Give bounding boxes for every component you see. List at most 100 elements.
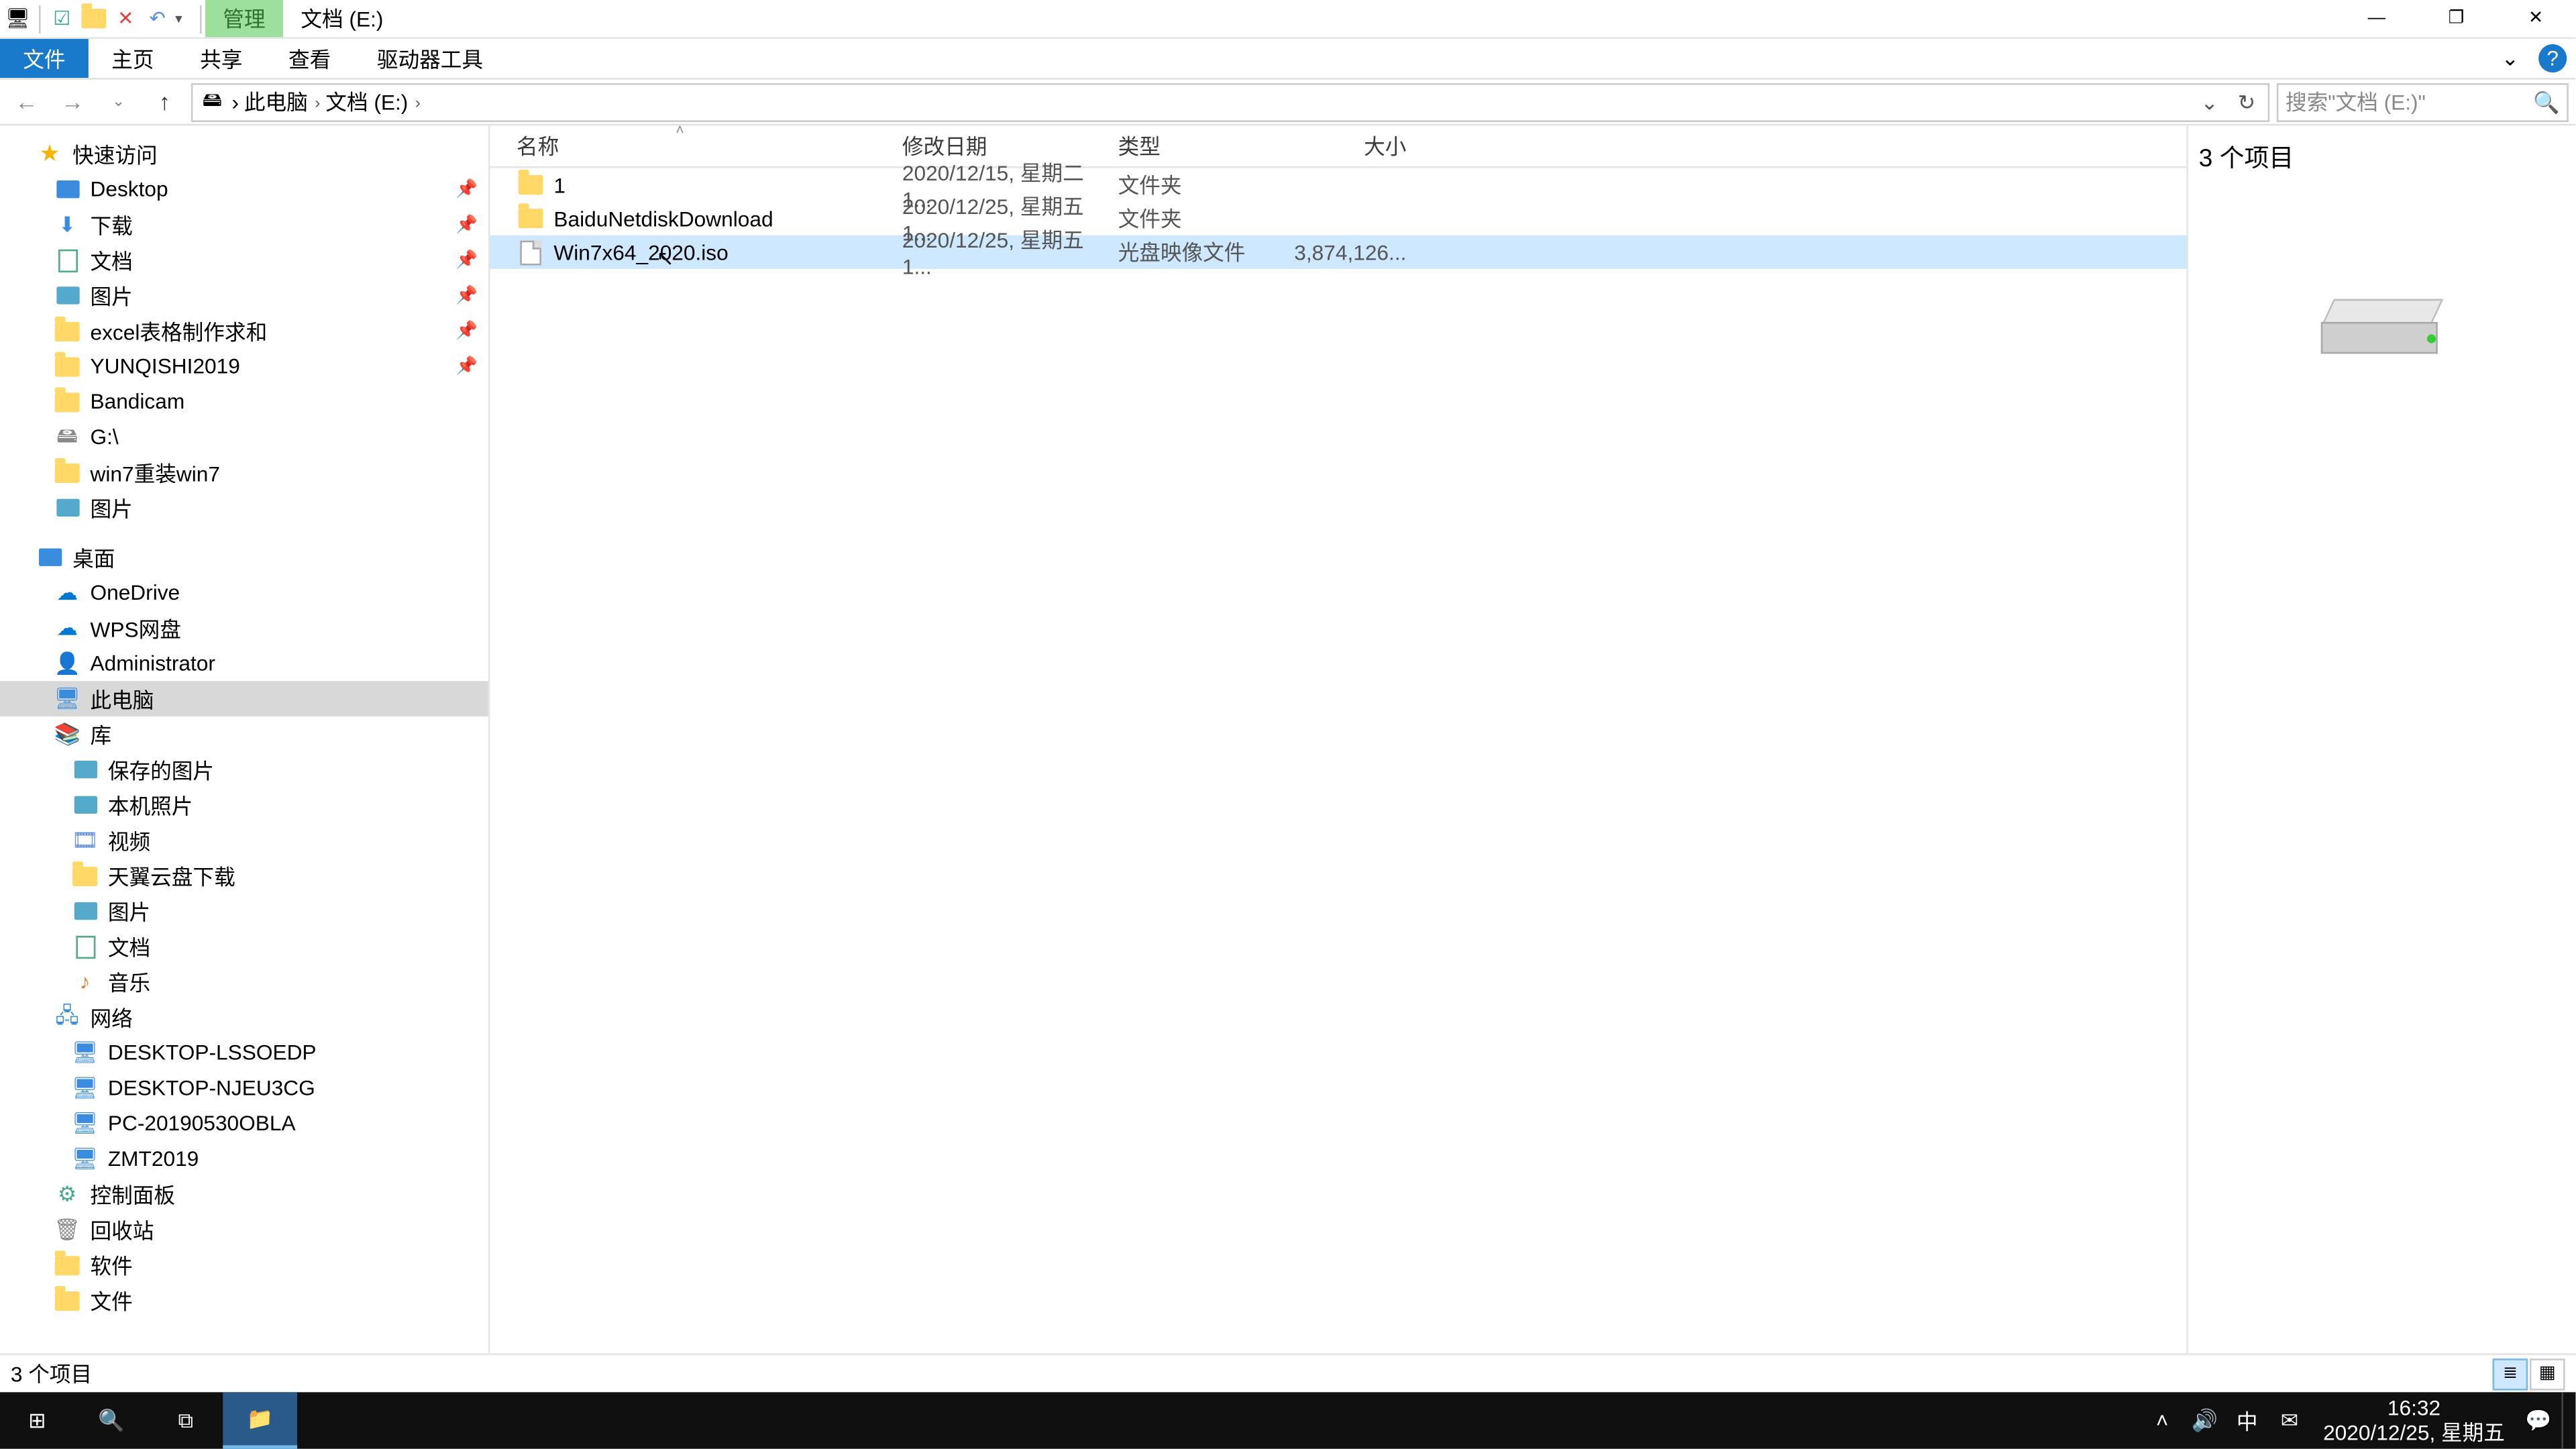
qat-customize-icon[interactable]: ▾	[175, 11, 193, 27]
qat-properties-icon[interactable]: ☑	[48, 5, 76, 33]
nav-item[interactable]: Bandicam	[0, 384, 488, 419]
file-name: Win7x64_2020.iso	[553, 239, 728, 264]
qat-new-folder-icon[interactable]	[80, 5, 108, 33]
nav-item-label: 天翼云盘下载	[108, 861, 235, 891]
ribbon-tab-share[interactable]: 共享	[177, 39, 266, 78]
view-details-button[interactable]: ≣	[2493, 1358, 2528, 1389]
address-dropdown-icon[interactable]: ⌄	[2194, 89, 2225, 114]
task-view-button[interactable]: ⧉	[149, 1392, 223, 1448]
ribbon-tab-home[interactable]: 主页	[89, 39, 177, 78]
nav-item[interactable]: YUNQISHI2019📌	[0, 348, 488, 384]
nav-item[interactable]: 🖴G:\	[0, 419, 488, 455]
crumb-current[interactable]: 文档 (E:)	[325, 87, 408, 117]
nav-item-label: 此电脑	[90, 684, 154, 714]
nav-item[interactable]: 软件	[0, 1247, 488, 1283]
nav-item[interactable]: 🗑回收站	[0, 1212, 488, 1247]
nav-item[interactable]: 🖥PC-20190530OBLA	[0, 1106, 488, 1141]
nav-item[interactable]: Desktop📌	[0, 172, 488, 207]
up-button[interactable]: ↑	[145, 83, 184, 121]
nav-item[interactable]: 📚库	[0, 716, 488, 752]
crumb-arrow-icon[interactable]: ›	[315, 93, 320, 110]
refresh-icon[interactable]: ↻	[2231, 89, 2262, 114]
taskbar-search-button[interactable]: 🔍	[74, 1392, 149, 1448]
pc-icon: 🖥	[53, 685, 81, 713]
ribbon-tab-drive-tools[interactable]: 驱动器工具	[354, 39, 506, 78]
nav-item[interactable]: 文件	[0, 1283, 488, 1318]
search-input[interactable]: 搜索"文档 (E:)" 🔍	[2277, 83, 2569, 121]
file-row[interactable]: Win7x64_2020.iso2020/12/25, 星期五 1...光盘映像…	[490, 235, 2186, 269]
contextual-tab-manage[interactable]: 管理	[205, 0, 283, 37]
tray-volume-icon[interactable]: 🔊	[2185, 1392, 2224, 1448]
ribbon-tab-view[interactable]: 查看	[266, 39, 354, 78]
nav-item[interactable]: 图片	[0, 894, 488, 929]
nav-item[interactable]: 👤Administrator	[0, 646, 488, 682]
column-headers: ˄ 名称 修改日期 类型 大小	[490, 125, 2186, 168]
navigation-pane[interactable]: ★快速访问Desktop📌⬇下载📌文档📌图片📌excel表格制作求和📌YUNQI…	[0, 125, 490, 1353]
crumb-arrow-icon[interactable]: ›	[231, 89, 239, 114]
nav-item[interactable]: ⬇下载📌	[0, 207, 488, 243]
nav-item[interactable]: ☁WPS网盘	[0, 610, 488, 646]
tray-overflow-icon[interactable]: ˄	[2143, 1392, 2182, 1448]
nav-item[interactable]: 🎞 视频	[0, 822, 488, 858]
help-icon[interactable]: ?	[2538, 44, 2567, 72]
start-button[interactable]: ⊞	[0, 1392, 74, 1448]
nav-item[interactable]: excel表格制作求和📌	[0, 313, 488, 349]
file-row[interactable]: 12020/12/15, 星期二 1...文件夹	[490, 168, 2186, 202]
nav-item[interactable]: 🖧网络	[0, 1000, 488, 1035]
nav-item-label: G:\	[90, 425, 118, 449]
crumb-arrow-icon[interactable]: ›	[415, 93, 421, 110]
column-size[interactable]: 大小	[1295, 131, 1406, 161]
taskbar-clock[interactable]: 16:32 2020/12/25, 星期五	[2312, 1395, 2516, 1446]
nav-item[interactable]: 天翼云盘下载	[0, 858, 488, 894]
tray-ime-icon[interactable]: 中	[2228, 1392, 2267, 1448]
search-icon[interactable]: 🔍	[2533, 89, 2559, 114]
recent-locations-button[interactable]: ⌄	[99, 83, 138, 121]
nav-item[interactable]: win7重装win7	[0, 455, 488, 490]
crumb-this-pc[interactable]: 此电脑	[244, 87, 308, 117]
nav-item[interactable]: 保存的图片	[0, 752, 488, 788]
nav-item[interactable]: 🖥 此电脑	[0, 681, 488, 716]
show-desktop-button[interactable]	[2561, 1392, 2572, 1448]
pin-icon: 📌	[455, 286, 478, 305]
ribbon-expand-icon[interactable]: ⌄	[2496, 44, 2524, 72]
nav-item[interactable]: 🖥DESKTOP-LSSOEDP	[0, 1035, 488, 1071]
nav-item[interactable]: 文档	[0, 928, 488, 964]
nav-item-label: 视频	[108, 825, 150, 855]
img-icon	[70, 897, 99, 925]
nav-item[interactable]: 桌面	[0, 539, 488, 575]
tray-mail-icon[interactable]: ✉	[2270, 1392, 2309, 1448]
back-button[interactable]: ←	[7, 83, 46, 121]
nav-item[interactable]: 本机照片	[0, 787, 488, 822]
file-row[interactable]: BaiduNetdiskDownload2020/12/25, 星期五 1...…	[490, 202, 2186, 235]
vid-icon: 🎞	[70, 826, 99, 854]
clock-time: 16:32	[2323, 1395, 2505, 1421]
img-icon	[70, 755, 99, 784]
breadcrumb-bar[interactable]: 🖴 › 此电脑› 文档 (E:)› ⌄ ↻	[191, 83, 2269, 121]
minimize-button[interactable]: —	[2337, 0, 2416, 37]
column-name[interactable]: 名称	[517, 131, 902, 161]
nav-item-label: Administrator	[90, 651, 215, 676]
view-icons-button[interactable]: ▦	[2530, 1358, 2565, 1389]
nav-item[interactable]: 🖥DESKTOP-NJEU3CG	[0, 1070, 488, 1106]
nav-item[interactable]: 🖥ZMT2019	[0, 1141, 488, 1177]
action-center-icon[interactable]: 💬	[2519, 1392, 2558, 1448]
nav-item[interactable]: 文档📌	[0, 242, 488, 278]
pin-icon: 📌	[455, 356, 478, 376]
nav-item[interactable]: ☁OneDrive	[0, 575, 488, 610]
ribbon-tab-file[interactable]: 文件	[0, 39, 89, 78]
nav-item[interactable]: 图片	[0, 490, 488, 525]
qat-delete-icon[interactable]: ✕	[111, 5, 140, 33]
folder-icon	[53, 317, 81, 345]
taskbar-explorer-button[interactable]: 📁	[223, 1392, 297, 1448]
qat-undo-icon[interactable]: ↶	[144, 5, 172, 33]
nav-item-label: 库	[90, 719, 111, 749]
column-date[interactable]: 修改日期	[902, 131, 1118, 161]
nav-item[interactable]: ⚙控制面板	[0, 1177, 488, 1212]
nav-item-label: OneDrive	[90, 580, 180, 605]
column-type[interactable]: 类型	[1118, 131, 1295, 161]
nav-item[interactable]: ♪音乐	[0, 964, 488, 1000]
nav-item[interactable]: ★快速访问	[0, 136, 488, 172]
close-button[interactable]: ✕	[2496, 0, 2576, 37]
nav-item[interactable]: 图片📌	[0, 278, 488, 313]
maximize-button[interactable]: ❐	[2416, 0, 2496, 37]
